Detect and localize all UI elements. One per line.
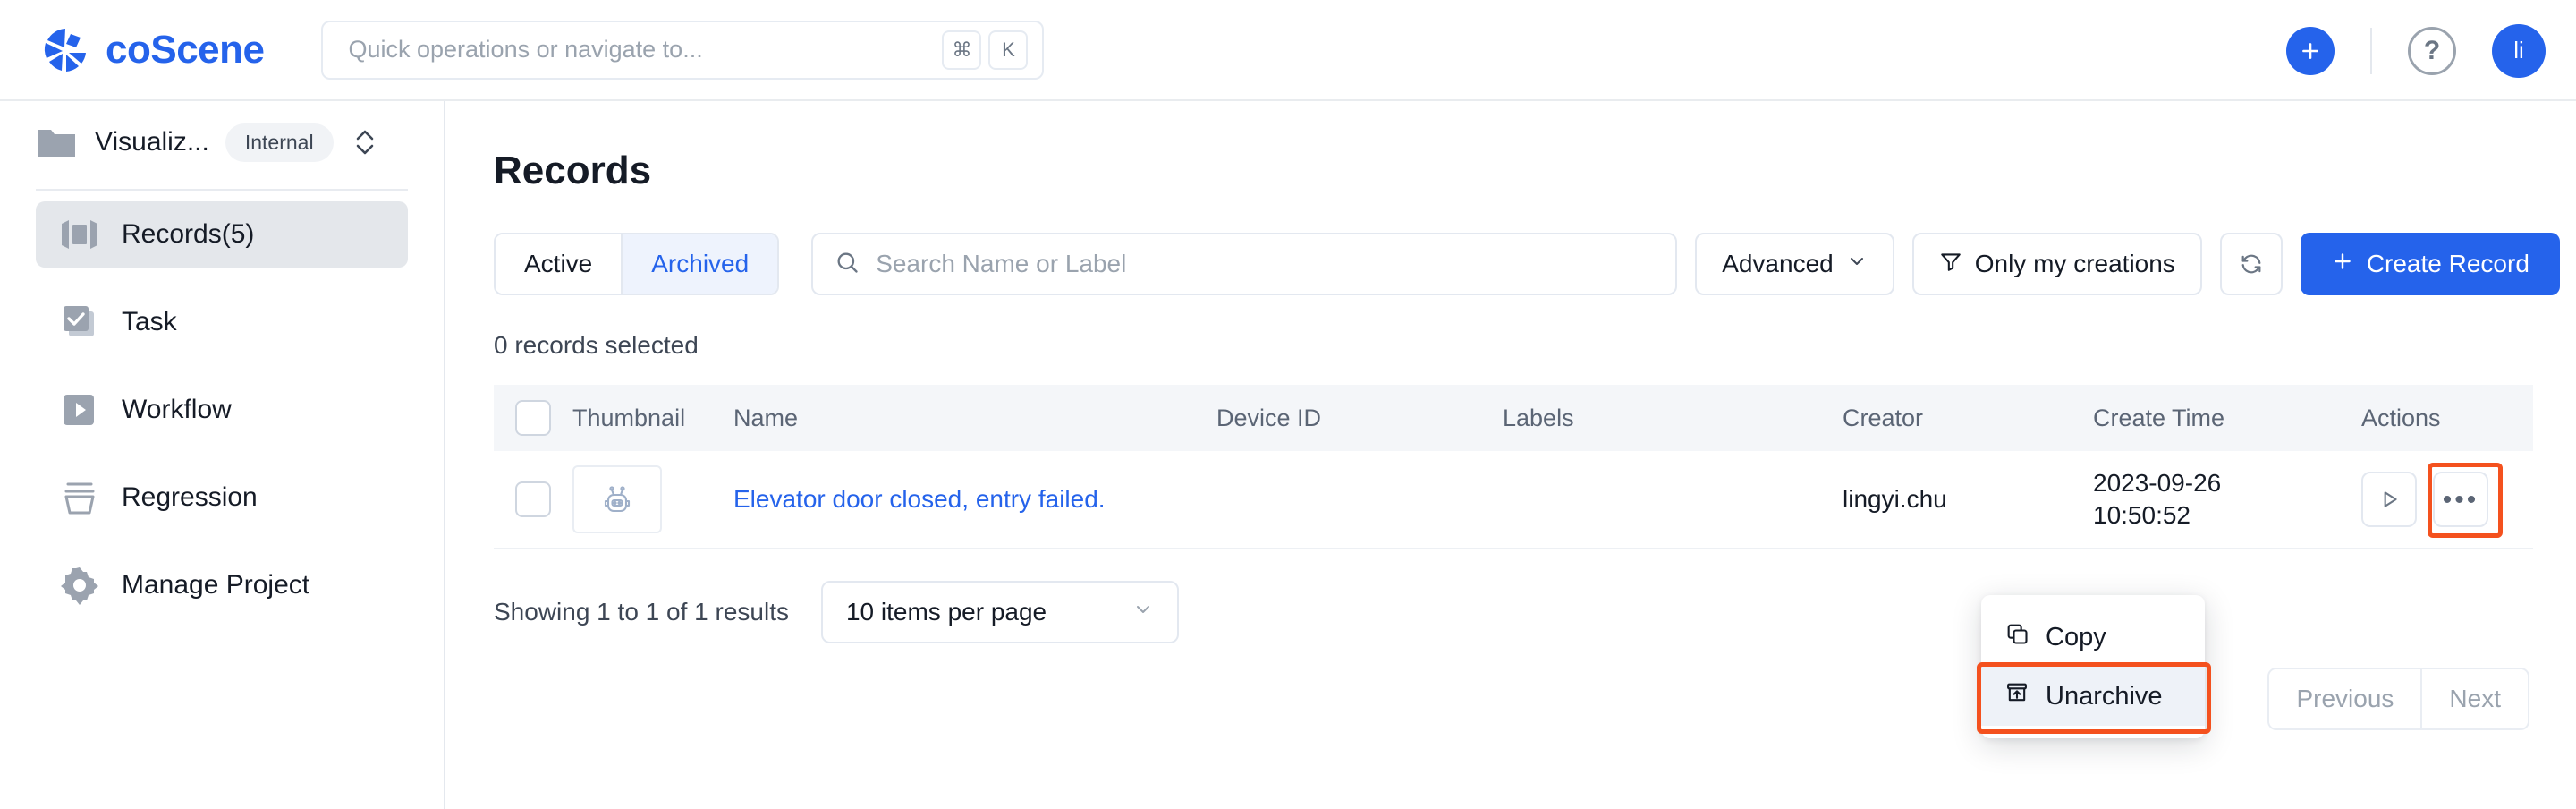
gear-icon: [59, 565, 100, 606]
tab-archived[interactable]: Archived: [621, 234, 778, 294]
brand[interactable]: coScene: [41, 25, 265, 75]
sidebar-item-label: Workflow: [122, 395, 232, 424]
sidebar-item-manage-project[interactable]: Manage Project: [36, 552, 408, 618]
avatar[interactable]: li: [2492, 23, 2546, 78]
advanced-label: Advanced: [1722, 250, 1834, 277]
search-placeholder: Search Name or Label: [876, 250, 1127, 277]
column-thumbnail: Thumbnail: [572, 404, 686, 431]
page-title: Records: [494, 149, 652, 192]
topbar-actions: ? li: [2286, 0, 2546, 101]
items-per-page-value: 10 items per page: [845, 598, 1047, 626]
more-actions-button[interactable]: •••: [2433, 472, 2488, 527]
chevron-down-icon: [1132, 598, 1154, 626]
sidebar-nav: Records(5) Task Workflow Regression Mana…: [0, 201, 444, 618]
row-checkbox[interactable]: [494, 481, 572, 517]
omnibox-search[interactable]: Quick operations or navigate to... ⌘ K: [321, 20, 1045, 80]
sidebar-item-label: Manage Project: [122, 570, 310, 600]
help-button[interactable]: ?: [2408, 26, 2456, 75]
plus-icon: [2331, 250, 2354, 279]
table-row: Elevator door closed, entry failed. ling…: [494, 451, 2533, 549]
column-actions: Actions: [2361, 404, 2441, 431]
search-input[interactable]: Search Name or Label: [811, 233, 1678, 295]
row-creator: lingyi.chu: [1843, 485, 1947, 513]
selected-count: 0 records selected: [494, 331, 699, 359]
select-all-checkbox[interactable]: [494, 400, 572, 436]
project-name: Visualiz...: [95, 127, 209, 157]
refresh-button[interactable]: [2219, 233, 2283, 295]
records-table: Thumbnail Name Device ID Labels Creator …: [494, 385, 2533, 648]
sidebar-item-regression[interactable]: Regression: [36, 464, 408, 531]
main-content: Records Active Archived Search Name or L…: [447, 101, 2576, 809]
column-create-time: Create Time: [2093, 404, 2225, 431]
next-page-button[interactable]: Next: [2420, 669, 2528, 728]
sidebar-item-label: Records(5): [122, 219, 255, 249]
project-visibility-badge: Internal: [225, 123, 334, 162]
help-glyph: ?: [2423, 35, 2441, 65]
chevron-up-down-icon[interactable]: [353, 125, 377, 159]
menu-item-label: Unarchive: [2046, 681, 2163, 711]
search-icon: [835, 250, 860, 279]
copy-icon: [2004, 621, 2029, 653]
folder-icon: [36, 124, 77, 160]
create-record-button[interactable]: Create Record: [2300, 233, 2560, 295]
chevron-down-icon: [1846, 250, 1868, 278]
sidebar-divider: [36, 189, 408, 191]
create-record-label: Create Record: [2366, 250, 2529, 277]
row-create-time: 2023-09-26 10:50:52: [2093, 467, 2361, 532]
menu-item-unarchive[interactable]: Unarchive: [1981, 667, 2205, 726]
checkbox-box: [515, 481, 551, 517]
sidebar: Visualiz... Internal Records(5) Task Wor…: [0, 101, 445, 809]
row-actions-menu: Copy Unarchive: [1981, 595, 2205, 738]
sidebar-item-records[interactable]: Records(5): [36, 201, 408, 268]
row-thumbnail[interactable]: [572, 465, 733, 533]
checkbox-stack-icon: [59, 302, 100, 343]
unarchive-icon: [2004, 680, 2029, 712]
checkbox-box: [515, 400, 551, 436]
omnibox-placeholder: Quick operations or navigate to...: [348, 36, 703, 63]
sidebar-item-workflow[interactable]: Workflow: [36, 377, 408, 443]
only-my-creations-button[interactable]: Only my creations: [1911, 233, 2202, 295]
top-bar: coScene Quick operations or navigate to.…: [0, 0, 2576, 101]
sidebar-item-label: Regression: [122, 482, 258, 512]
pagination: Previous Next: [2267, 668, 2529, 730]
column-labels: Labels: [1503, 404, 1574, 431]
film-strip-icon: [59, 214, 100, 255]
previous-page-button[interactable]: Previous: [2269, 669, 2421, 728]
column-device-id: Device ID: [1216, 404, 1322, 431]
sidebar-item-task[interactable]: Task: [36, 289, 408, 355]
project-switcher[interactable]: Visualiz... Internal: [0, 101, 444, 183]
create-date: 2023-09-26: [2093, 469, 2222, 498]
row-name[interactable]: Elevator door closed, entry failed.: [733, 485, 1216, 514]
sidebar-item-label: Task: [122, 307, 177, 336]
row-actions: •••: [2361, 463, 2531, 538]
play-square-icon: [59, 389, 100, 430]
records-toolbar: Active Archived Search Name or Label Adv…: [494, 233, 2576, 295]
results-summary: Showing 1 to 1 of 1 results: [494, 598, 789, 626]
kbd-k: K: [988, 30, 1029, 70]
items-per-page-select[interactable]: 10 items per page: [820, 581, 1179, 643]
table-header-row: Thumbnail Name Device ID Labels Creator …: [494, 385, 2533, 451]
menu-item-label: Copy: [2046, 622, 2106, 651]
record-name-link[interactable]: Elevator door closed, entry failed.: [733, 485, 1106, 513]
play-button[interactable]: [2361, 472, 2417, 527]
kbd-cmd: ⌘: [942, 30, 982, 70]
brand-name: coScene: [106, 27, 265, 72]
only-my-creations-label: Only my creations: [1974, 250, 2175, 277]
avatar-initials: li: [2513, 37, 2524, 64]
ellipsis-icon: •••: [2442, 484, 2479, 515]
column-name: Name: [733, 404, 799, 431]
create-clock: 10:50:52: [2093, 501, 2190, 529]
advanced-filter-button[interactable]: Advanced: [1695, 233, 1894, 295]
tab-active[interactable]: Active: [496, 234, 622, 294]
column-creator: Creator: [1843, 404, 1924, 431]
robot-icon: [572, 465, 662, 533]
table-footer: Showing 1 to 1 of 1 results 10 items per…: [494, 576, 2533, 648]
add-button[interactable]: [2286, 26, 2334, 75]
topbar-divider: [2370, 27, 2372, 74]
coscene-aperture-logo-icon: [41, 25, 91, 75]
menu-item-copy[interactable]: Copy: [1981, 608, 2205, 667]
layers-funnel-icon: [59, 477, 100, 518]
status-tabs: Active Archived: [494, 233, 780, 295]
funnel-icon: [1939, 250, 1962, 279]
